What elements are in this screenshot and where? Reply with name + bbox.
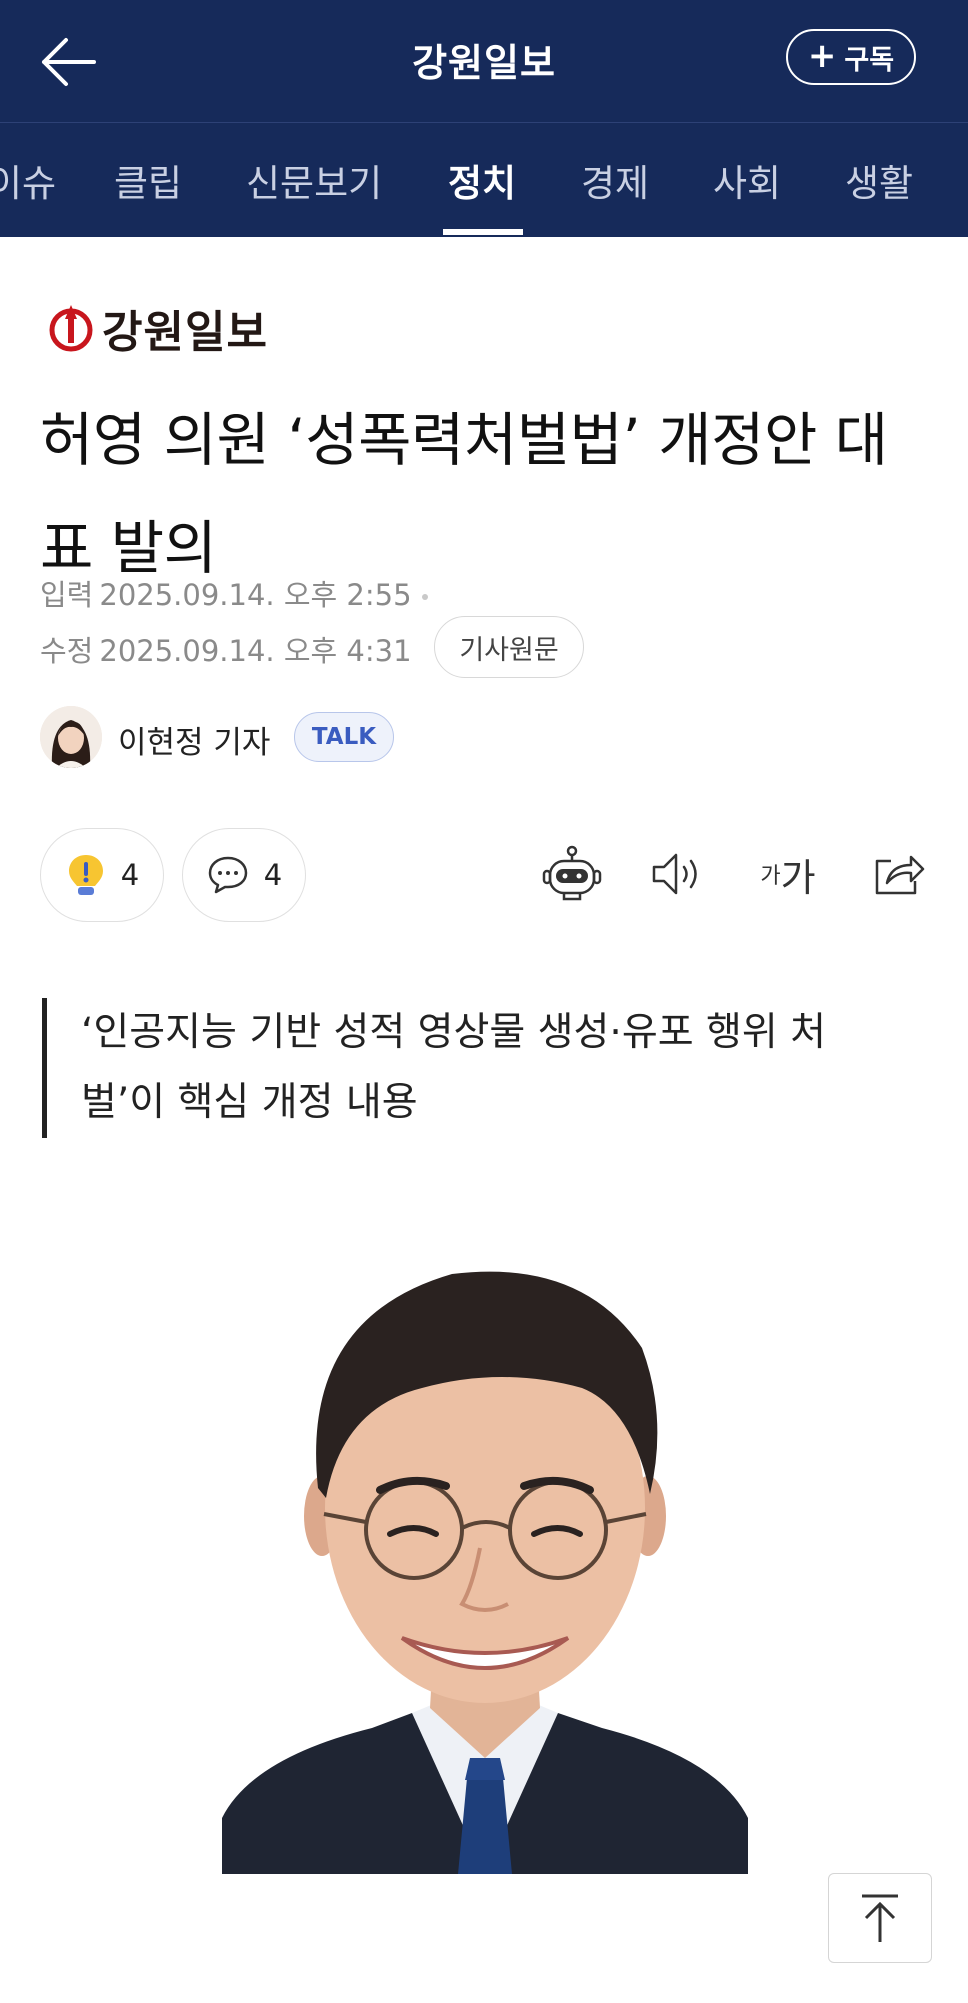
published-label: 입력 — [40, 578, 94, 612]
share-button[interactable] — [866, 842, 930, 906]
tab-newspaper[interactable]: 신문보기 — [246, 153, 382, 207]
speaker-icon — [652, 853, 697, 895]
press-name: 강원일보 — [102, 307, 268, 358]
modified-time: 수정 2025.09.14. 오후 4:31 — [40, 628, 412, 670]
text-to-speech-button[interactable] — [644, 842, 708, 906]
reporter-name[interactable]: 이현정 기자 — [118, 717, 270, 762]
plus-icon: + — [807, 35, 837, 76]
article-headline: 허영 의원 ‘성폭력처벌법’ 개정안 대표 발의 — [40, 406, 888, 582]
subscribe-button[interactable]: + 구독 — [786, 29, 916, 85]
font-size-button[interactable]: 가가 — [752, 842, 824, 906]
active-tab-indicator — [443, 229, 523, 235]
separator-dot — [421, 594, 428, 600]
comment-button[interactable]: 4 — [182, 828, 306, 922]
modified-value: 2025.09.14. 오후 4:31 — [99, 634, 412, 668]
summary-bot-button[interactable] — [540, 842, 604, 906]
comment-bubble-icon — [208, 856, 248, 894]
original-article-button[interactable]: 기사원문 — [434, 616, 584, 678]
tab-issue[interactable]: 이슈 — [0, 153, 56, 207]
tab-politics[interactable]: 정치 — [448, 153, 516, 207]
comment-count: 4 — [263, 858, 283, 892]
arrow-up-icon — [862, 1894, 898, 1942]
robot-icon — [542, 845, 602, 901]
press-logo[interactable]: 강원일보 — [48, 296, 268, 360]
reporter-avatar[interactable] — [40, 706, 102, 768]
article-photo[interactable] — [222, 1258, 748, 1874]
tab-economy[interactable]: 경제 — [581, 153, 649, 207]
reporter-photo — [40, 706, 102, 768]
talk-badge[interactable]: TALK — [294, 712, 394, 762]
press-emblem-icon — [49, 305, 93, 352]
font-size-small-glyph: 가 — [760, 864, 781, 889]
category-tabs: 이슈 클립 신문보기 정치 경제 사회 생활 — [0, 123, 968, 237]
like-count: 4 — [120, 858, 140, 892]
scroll-to-top-button[interactable] — [828, 1873, 932, 1963]
app-header: 강원일보 + 구독 — [0, 0, 968, 122]
like-reaction-button[interactable]: 4 — [40, 828, 164, 922]
tab-life[interactable]: 생활 — [845, 153, 913, 207]
published-value: 2025.09.14. 오후 2:55 — [99, 578, 412, 612]
politician-portrait — [222, 1258, 748, 1874]
lightbulb-icon — [68, 855, 103, 895]
subscribe-label: 구독 — [844, 44, 895, 76]
published-time: 입력 2025.09.14. 오후 2:55 — [40, 572, 428, 614]
share-icon — [875, 855, 925, 895]
tab-society[interactable]: 사회 — [713, 153, 781, 207]
article-summary: ‘인공지능 기반 성적 영상물 생성·유포 행위 처벌’이 핵심 개정 내용 — [42, 998, 902, 1138]
tab-clip[interactable]: 클립 — [114, 153, 182, 207]
font-size-large-glyph: 가 — [780, 855, 816, 900]
modified-label: 수정 — [40, 634, 94, 668]
